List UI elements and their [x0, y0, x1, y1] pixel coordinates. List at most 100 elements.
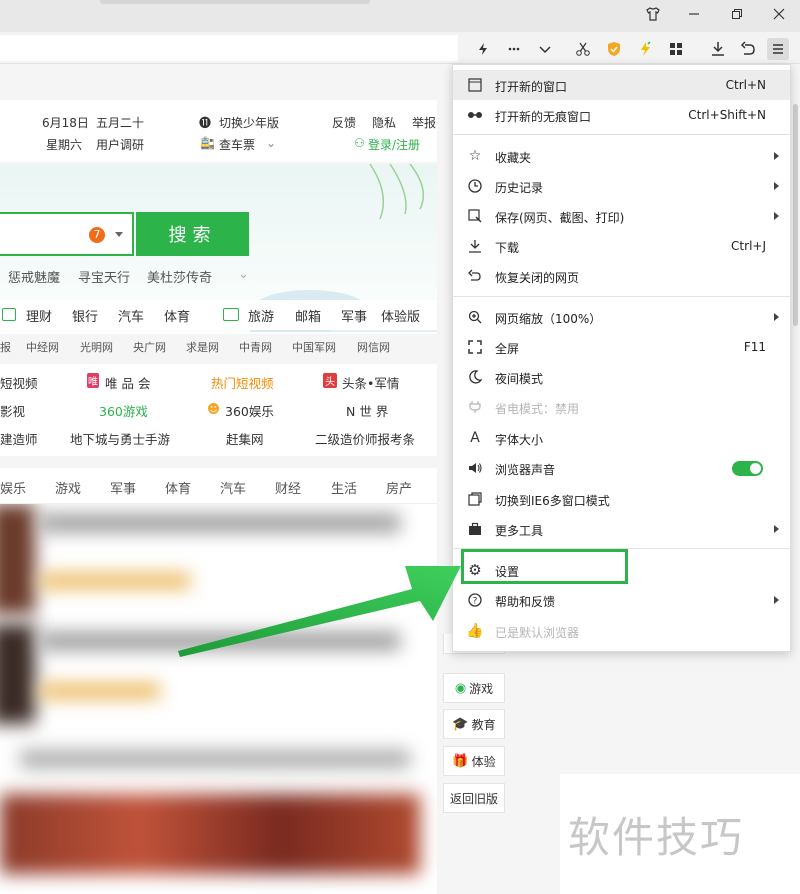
lightning-icon[interactable]	[472, 38, 494, 60]
address-bar[interactable]	[0, 35, 458, 61]
extension-icon[interactable]	[634, 38, 656, 60]
tickets-chevron-icon[interactable]: ⌄	[266, 136, 276, 150]
feed-tab[interactable]: 娱乐	[0, 478, 26, 497]
nav-item[interactable]: 汽车	[118, 306, 144, 325]
nav-item[interactable]: 体育	[164, 306, 190, 325]
nav-item[interactable]: 理财	[26, 306, 52, 325]
apps-icon[interactable]	[665, 38, 687, 60]
quick-link[interactable]: 360娱乐	[225, 401, 274, 420]
news-site-link[interactable]: 求是网	[186, 339, 219, 355]
quick-link[interactable]: 短视频	[0, 373, 38, 392]
sound-toggle[interactable]	[732, 461, 763, 476]
search-input[interactable]	[0, 212, 134, 256]
report-link[interactable]: 举报	[412, 114, 436, 131]
search-button[interactable]: 搜索	[136, 212, 249, 256]
nav-item[interactable]: 银行	[72, 306, 98, 325]
hot-words-chevron-icon[interactable]: ⌄	[238, 267, 249, 282]
search-dropdown-icon[interactable]	[115, 232, 123, 237]
scissors-icon[interactable]	[572, 38, 594, 60]
quick-link[interactable]: 360游戏	[99, 401, 148, 420]
feed-headline[interactable]	[20, 750, 410, 768]
quick-link[interactable]: 唯 品 会	[105, 373, 150, 392]
close-icon[interactable]	[766, 4, 792, 24]
tab-strip[interactable]	[100, 0, 370, 4]
feed-meta	[40, 684, 160, 698]
survey-link[interactable]: 用户调研	[96, 136, 144, 153]
quick-link[interactable]: 赶集网	[226, 429, 264, 448]
quick-link[interactable]: 影视	[0, 401, 25, 420]
shirt-icon[interactable]	[640, 4, 666, 24]
side-item-games[interactable]: ◉ 游戏	[443, 673, 505, 703]
menu-item-help[interactable]: ? 帮助和反馈	[453, 585, 790, 615]
feed-thumbnail[interactable]	[0, 504, 35, 614]
quick-link[interactable]: N 世 界	[346, 401, 388, 420]
menu-icon[interactable]	[767, 38, 789, 60]
menu-item-font-size[interactable]: A 字体大小	[453, 423, 790, 453]
feed-tab[interactable]: 房产	[386, 478, 412, 497]
feed-tab[interactable]: 体育	[165, 478, 191, 497]
title-bar	[0, 0, 800, 32]
side-item-label: 教育	[471, 717, 496, 732]
nav-item[interactable]: 邮箱	[295, 306, 321, 325]
menu-item-zoom[interactable]: 网页缩放（100%）	[453, 302, 790, 332]
feed-headline[interactable]	[40, 514, 400, 532]
help-icon: ?	[467, 592, 483, 608]
nav-item[interactable]: 体验版	[381, 306, 420, 325]
news-site-link[interactable]: 中国军网	[292, 339, 336, 355]
minimize-icon[interactable]	[681, 4, 707, 24]
news-site-link[interactable]: 中青网	[239, 339, 272, 355]
submenu-arrow-icon	[774, 152, 779, 160]
menu-item-download[interactable]: 下载 Ctrl+J	[453, 231, 790, 261]
side-item-education[interactable]: 🎓 教育	[443, 709, 505, 739]
youth-switch-link[interactable]: 切换少年版	[219, 114, 279, 131]
feed-tab[interactable]: 游戏	[55, 478, 81, 497]
menu-item-browser-sound[interactable]: 浏览器声音	[453, 453, 790, 483]
restore-icon[interactable]	[724, 4, 750, 24]
menu-item-restore-closed[interactable]: 恢复关闭的网页	[453, 261, 790, 291]
quick-link[interactable]: 头条•军情	[342, 373, 399, 392]
news-site-link[interactable]: 网信网	[357, 339, 390, 355]
menu-item-fullscreen[interactable]: 全屏 F11	[453, 332, 790, 362]
tickets-link[interactable]: 查车票	[219, 136, 255, 153]
feedback-link[interactable]: 反馈	[332, 114, 356, 131]
feed-image-strip[interactable]	[0, 794, 420, 874]
back-to-old-version-button[interactable]: 返回旧版	[443, 783, 505, 813]
hot-word[interactable]: 寻宝天行	[78, 267, 130, 286]
privacy-link[interactable]: 隐私	[372, 114, 396, 131]
menu-item-incognito[interactable]: 打开新的无痕窗口 Ctrl+Shift+N	[453, 100, 790, 130]
hot-word[interactable]: 美杜莎传奇	[147, 267, 212, 286]
feed-thumbnail[interactable]	[0, 624, 35, 724]
menu-item-more-tools[interactable]: 更多工具	[453, 514, 790, 544]
side-item-experience[interactable]: 🎁 体验	[443, 746, 505, 776]
feed-headline[interactable]	[40, 632, 400, 650]
font-size-icon: A	[470, 430, 480, 446]
feed-tab[interactable]: 生活	[331, 478, 357, 497]
undo-icon[interactable]	[737, 38, 759, 60]
nav-item[interactable]: 军事	[341, 306, 367, 325]
chevron-down-icon[interactable]	[534, 38, 556, 60]
menu-item-favorites[interactable]: ☆ 收藏夹	[453, 141, 790, 171]
feed-tab[interactable]: 汽车	[220, 478, 246, 497]
feed-tab[interactable]: 军事	[110, 478, 136, 497]
quick-link[interactable]: 二级造价师报考条	[315, 429, 415, 448]
more-icon[interactable]	[503, 38, 525, 60]
menu-item-new-window[interactable]: 打开新的窗口 Ctrl+N	[453, 70, 790, 100]
hot-word[interactable]: 惩戒魅魔	[8, 267, 60, 286]
shield-icon[interactable]	[603, 38, 625, 60]
news-site-link[interactable]: 报	[0, 339, 11, 355]
quick-link[interactable]: 地下城与勇士手游	[70, 429, 170, 448]
quick-link[interactable]: 热门短视频	[211, 373, 274, 392]
menu-item-ie6-mode[interactable]: 切换到IE6多窗口模式	[453, 484, 790, 514]
download-icon[interactable]	[707, 38, 729, 60]
news-site-link[interactable]: 光明网	[80, 339, 113, 355]
news-site-link[interactable]: 中经网	[26, 339, 59, 355]
menu-item-history[interactable]: 历史记录	[453, 171, 790, 201]
nav-item[interactable]: 旅游	[248, 306, 274, 325]
feed-tab[interactable]: 财经	[275, 478, 301, 497]
news-site-link[interactable]: 央广网	[133, 339, 166, 355]
quick-link[interactable]: 建造师	[0, 429, 38, 448]
menu-item-night-mode[interactable]: 夜间模式	[453, 362, 790, 392]
menu-item-save[interactable]: 保存(网页、截图、打印)	[453, 201, 790, 231]
page-scrollbar[interactable]	[793, 104, 798, 326]
login-link[interactable]: 登录/注册	[368, 136, 420, 153]
